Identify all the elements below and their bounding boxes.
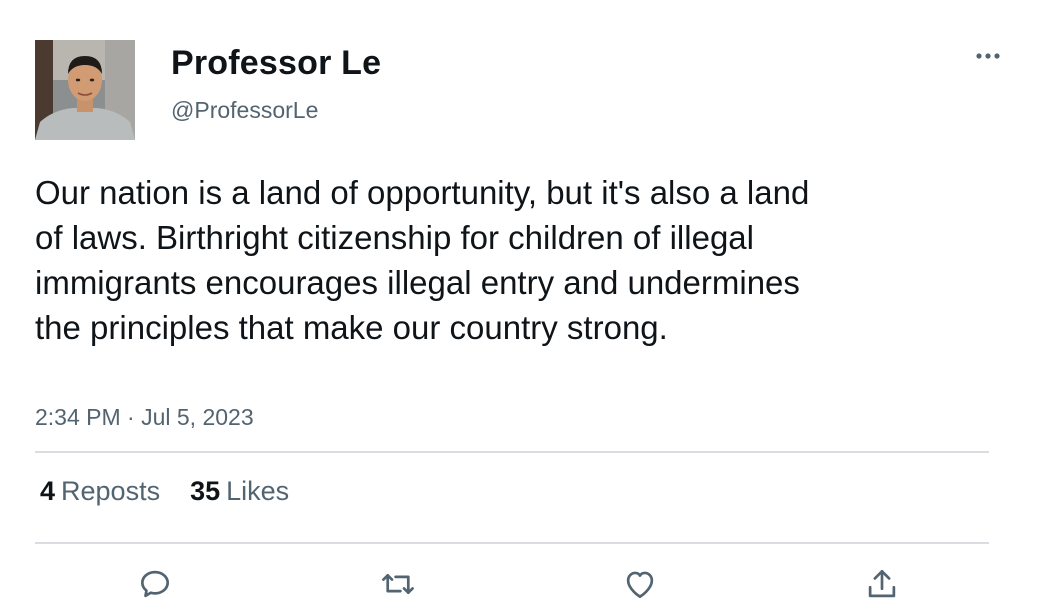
likes-stat[interactable]: 35 Likes: [190, 476, 289, 507]
repost-icon: [382, 573, 414, 595]
divider: [35, 451, 989, 453]
author-handle[interactable]: @ProfessorLe: [171, 97, 318, 124]
reply-button[interactable]: [135, 564, 175, 604]
more-options-button[interactable]: [968, 42, 1008, 70]
share-button[interactable]: [862, 564, 902, 604]
avatar-photo-icon: [35, 40, 135, 140]
tweet-text: Our nation is a land of opportunity, but…: [35, 174, 819, 346]
likes-label: Likes: [226, 476, 290, 506]
engagement-stats: 4 Reposts 35 Likes: [40, 476, 289, 507]
avatar[interactable]: [35, 40, 135, 140]
reposts-count: 4: [40, 476, 56, 506]
tweet-timestamp[interactable]: 2:34 PM · Jul 5, 2023: [35, 404, 254, 431]
reposts-label: Reposts: [61, 476, 161, 506]
heart-icon: [626, 571, 654, 599]
tweet-card: Professor Le @ProfessorLe Our nation is …: [0, 0, 1050, 615]
reply-icon: [140, 570, 170, 598]
likes-count: 35: [190, 476, 221, 506]
share-icon: [868, 569, 896, 598]
divider: [35, 542, 989, 544]
like-button[interactable]: [620, 564, 660, 604]
reposts-stat[interactable]: 4 Reposts: [40, 476, 160, 507]
author-display-name[interactable]: Professor Le: [171, 44, 381, 83]
more-horizontal-icon: [976, 53, 1000, 59]
repost-button[interactable]: [378, 564, 418, 604]
